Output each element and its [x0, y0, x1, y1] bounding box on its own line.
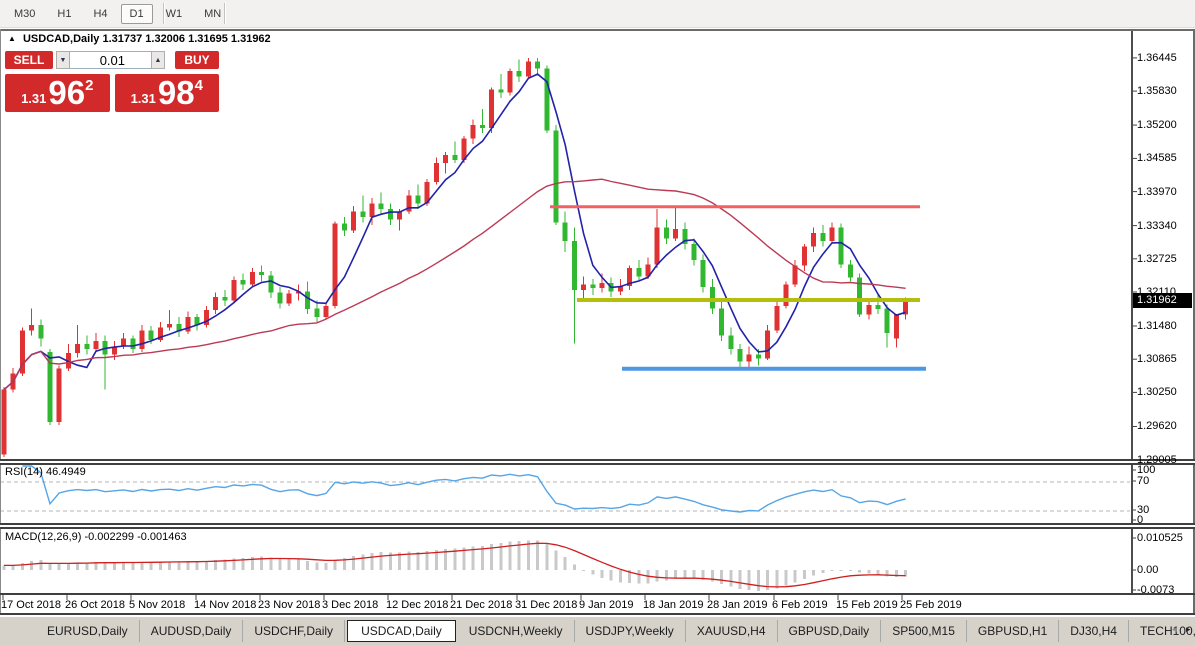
- sell-price-sup: 2: [85, 77, 94, 94]
- buy-price-button[interactable]: 1.31 98 4: [114, 74, 219, 112]
- price-tick-label: 1.29620: [1137, 420, 1177, 432]
- chart-tab-gbpusd[interactable]: GBPUSD,H1: [967, 620, 1060, 642]
- tab-scroll-right-icon[interactable]: ▸: [1186, 624, 1191, 635]
- toolbar-separator: [163, 3, 165, 24]
- date-tick-label: 6 Feb 2019: [772, 599, 828, 611]
- period-buttons: M30 H1 H4 D1 W1 MN: [5, 3, 234, 24]
- chart-tab-audusd[interactable]: AUDUSD,Daily: [140, 620, 244, 642]
- date-tick-label: 14 Nov 2018: [194, 599, 257, 611]
- macd-level-label: -0.0073: [1137, 584, 1175, 596]
- date-tick-label: 18 Jan 2019: [643, 599, 704, 611]
- date-tick-label: 5 Nov 2018: [129, 599, 186, 611]
- window-top-border: [0, 29, 1195, 31]
- volume-increase-button[interactable]: ▲: [151, 51, 165, 69]
- buy-button[interactable]: BUY: [175, 51, 219, 69]
- chart-tab-usdcnh[interactable]: USDCNH,Weekly: [458, 620, 575, 642]
- chart-tab-bar: EURUSD,Daily AUDUSD,Daily USDCHF,Daily USDC…: [0, 616, 1195, 645]
- rsi-level-label: 70: [1137, 475, 1150, 487]
- date-tick-label: 31 Dec 2018: [515, 599, 578, 611]
- chart-tab-eurusd[interactable]: EURUSD,Daily: [36, 620, 140, 642]
- date-tick-label: 21 Dec 2018: [450, 599, 513, 611]
- date-tick-label: 26 Oct 2018: [65, 599, 125, 611]
- chart-tab-usdcad[interactable]: USDCAD,Daily: [347, 620, 456, 642]
- sell-button[interactable]: SELL: [5, 51, 53, 69]
- period-button-w1[interactable]: W1: [157, 4, 192, 24]
- chart-tab-dj30[interactable]: DJ30,H4: [1059, 620, 1129, 642]
- price-tick-label: 1.34585: [1137, 152, 1177, 164]
- sell-price-small: 1.31: [21, 91, 47, 106]
- date-tick-label: 9 Jan 2019: [579, 599, 634, 611]
- one-click-trading-panel: SELL ▼ 0.01 ▲ BUY 1.31 96 2 1.31 98 4: [5, 51, 219, 112]
- macd-panel-separator[interactable]: [0, 523, 1195, 529]
- rsi-label: RSI(14) 46.4949: [5, 466, 86, 478]
- rsi-panel-separator[interactable]: [0, 459, 1195, 465]
- rsi-pane[interactable]: [1, 466, 1131, 523]
- chart-tabs: EURUSD,Daily AUDUSD,Daily USDCHF,Daily USDC…: [36, 620, 1195, 642]
- chart-tab-gbpusd[interactable]: GBPUSD,Daily: [778, 620, 882, 642]
- macd-label: MACD(12,26,9) -0.002299 -0.001463: [5, 531, 187, 543]
- tab-scroll-left-icon[interactable]: ◂: [1172, 624, 1177, 635]
- price-tick-label: 1.33970: [1137, 186, 1177, 198]
- buy-price-big: 98: [157, 74, 195, 111]
- symbol-label: USDCAD,Daily: [22, 33, 100, 45]
- date-tick-label: 28 Jan 2019: [707, 599, 768, 611]
- price-tick-label: 1.35830: [1137, 85, 1177, 97]
- price-tick-label: 1.32725: [1137, 253, 1177, 265]
- date-tick-label: 25 Feb 2019: [900, 599, 962, 611]
- sell-price-big: 96: [48, 74, 86, 111]
- current-price-box: 1.31962: [1133, 293, 1192, 308]
- price-tick-label: 1.30250: [1137, 386, 1177, 398]
- volume-decrease-button[interactable]: ▼: [56, 51, 70, 69]
- rsi-level-label: 0: [1137, 514, 1144, 526]
- chart-tab-xauusd[interactable]: XAUUSD,H4: [686, 620, 778, 642]
- macd-level-label: 0.00: [1137, 564, 1159, 576]
- buy-price-sup: 4: [194, 77, 203, 94]
- date-tick-label: 23 Nov 2018: [258, 599, 321, 611]
- toolbar-separator: [224, 3, 226, 24]
- date-tick-label: 12 Dec 2018: [386, 599, 449, 611]
- date-axis-separator: [0, 593, 1195, 595]
- price-tick-label: 1.33340: [1137, 220, 1177, 232]
- price-axis-border: [1131, 31, 1133, 593]
- period-button-h1[interactable]: H1: [48, 4, 80, 24]
- window-bottom-border: [0, 613, 1195, 615]
- chart-tab-usdjpy[interactable]: USDJPY,Weekly: [575, 620, 686, 642]
- chart-title: ▲ USDCAD,Daily 1.31737 1.32006 1.31695 1…: [8, 33, 271, 45]
- date-tick-label: 17 Oct 2018: [1, 599, 61, 611]
- sell-price-button[interactable]: 1.31 96 2: [5, 74, 110, 112]
- price-tick-label: 1.31480: [1137, 320, 1177, 332]
- ohlc-values: 1.31737 1.32006 1.31695 1.31962: [102, 33, 271, 45]
- volume-input[interactable]: 0.01: [70, 51, 151, 69]
- price-tick-label: 1.30865: [1137, 353, 1177, 365]
- chart-tab-usdchf[interactable]: USDCHF,Daily: [243, 620, 346, 642]
- chart-tab-sp500[interactable]: SP500,M15: [881, 620, 967, 642]
- price-tick-label: 1.36445: [1137, 52, 1177, 64]
- timeframe-toolbar: M30 H1 H4 D1 W1 MN: [0, 0, 1195, 28]
- period-button-h4[interactable]: H4: [84, 4, 116, 24]
- collapse-panel-icon[interactable]: ▲: [8, 34, 16, 43]
- date-tick-label: 3 Dec 2018: [322, 599, 379, 611]
- macd-level-label: 0.010525: [1137, 532, 1183, 544]
- period-button-d1[interactable]: D1: [120, 3, 153, 24]
- mt4-terminal: M30 H1 H4 D1 W1 MN ▲ USDCAD,Daily 1.31737 1.3…: [0, 0, 1195, 645]
- buy-price-small: 1.31: [130, 91, 156, 106]
- period-button-m30[interactable]: M30: [5, 4, 44, 24]
- price-tick-label: 1.35200: [1137, 119, 1177, 131]
- date-tick-label: 15 Feb 2019: [836, 599, 898, 611]
